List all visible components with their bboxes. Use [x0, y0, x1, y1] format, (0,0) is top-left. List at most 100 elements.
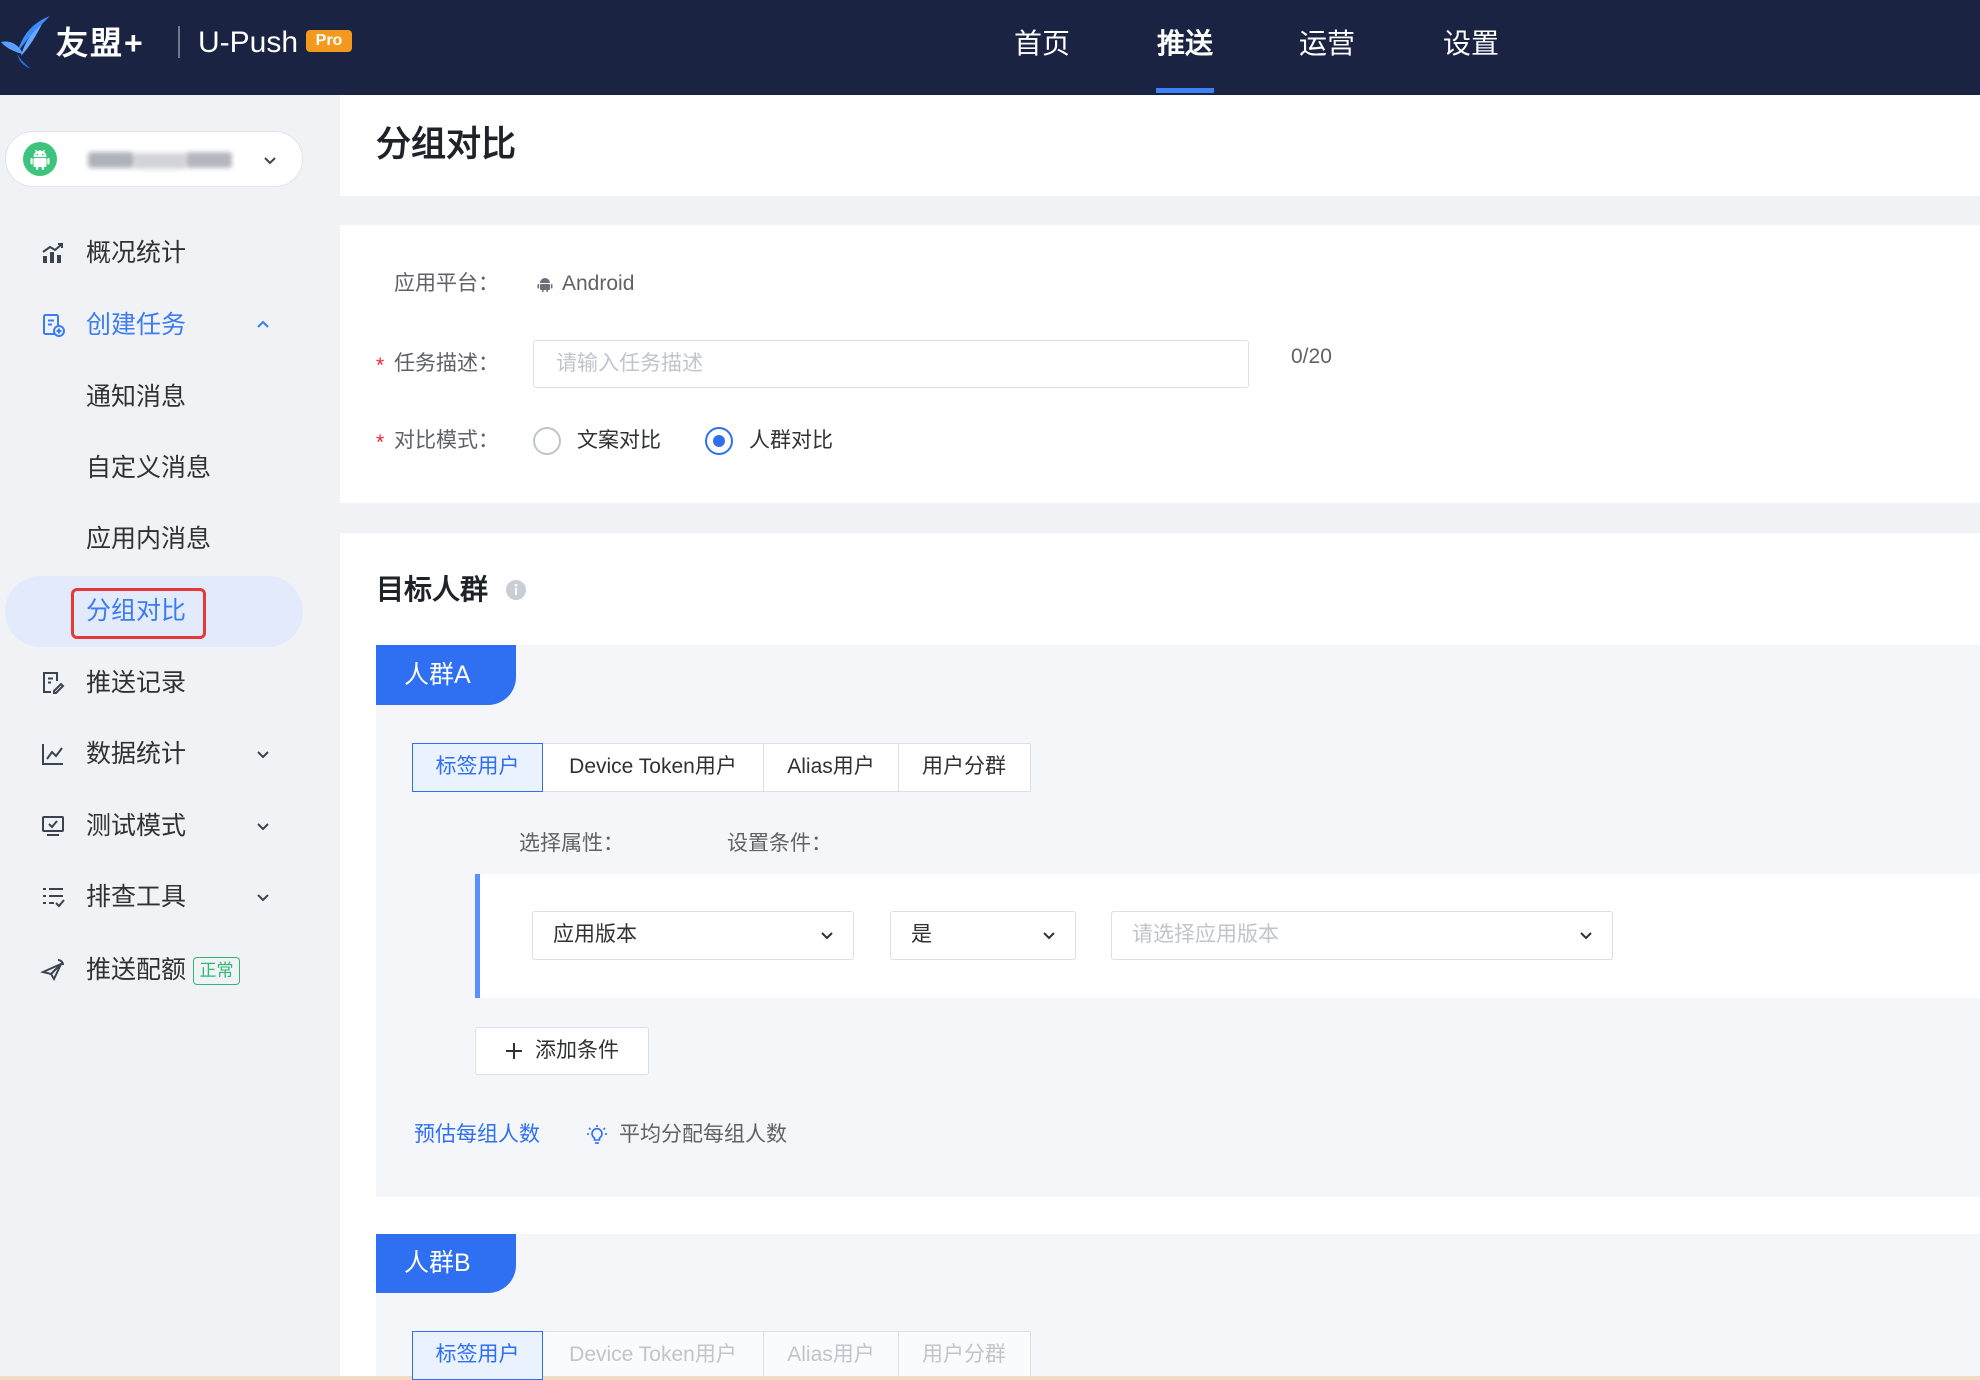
document-add-icon	[40, 312, 66, 338]
description-char-counter: 0/20	[1291, 345, 1332, 368]
chevron-down-icon	[253, 887, 273, 907]
nav-item-home[interactable]: 首页	[992, 24, 1092, 64]
plus-icon	[505, 1042, 523, 1060]
tab-alias-users[interactable]: Alias用户	[763, 1331, 899, 1380]
sidebar-subitem-in-app-message[interactable]: 应用内消息	[0, 511, 340, 567]
average-distribution-option[interactable]: 平均分配每组人数	[619, 1120, 787, 1150]
description-label: 任务描述：	[394, 352, 499, 375]
app-version-select-placeholder: 请选择应用版本	[1132, 923, 1279, 946]
sidebar-subitem-custom-message[interactable]: 自定义消息	[0, 440, 340, 496]
sidebar-item-label: 测试模式	[86, 812, 187, 840]
tab-user-segments[interactable]: 用户分群	[897, 743, 1031, 792]
required-mark: *	[376, 354, 385, 377]
status-badge: 正常	[193, 957, 240, 985]
android-icon	[22, 141, 58, 177]
platform-label: 应用平台：	[394, 272, 499, 295]
audience-group-b: 人群B 标签用户 Device Token用户 Alias用户 用户分群	[376, 1234, 1980, 1380]
highlight-annotation-box	[71, 588, 206, 639]
audience-group-a: 人群A 标签用户 Device Token用户 Alias用户 用户分群 选择属…	[376, 645, 1980, 1197]
pro-badge: Pro	[306, 30, 352, 52]
chevron-down-icon	[253, 816, 273, 836]
sidebar-item-overview[interactable]: 概况统计	[0, 225, 340, 281]
sidebar-item-push-quota[interactable]: 推送配额 正常	[0, 942, 340, 998]
task-description-input[interactable]	[533, 340, 1249, 388]
line-chart-icon	[40, 741, 66, 767]
app-version-select[interactable]: 请选择应用版本	[1111, 911, 1613, 960]
required-mark: *	[376, 431, 385, 454]
radio-copy-compare[interactable]	[533, 427, 561, 455]
compare-mode-label: 对比模式：	[394, 429, 499, 452]
group-tab: 人群B	[376, 1234, 516, 1293]
condition-label: 设置条件：	[727, 832, 832, 855]
estimate-group-size-link[interactable]: 预估每组人数	[414, 1120, 540, 1150]
sidebar-item-label: 推送配额	[86, 956, 187, 984]
chevron-down-icon	[1576, 925, 1596, 945]
chevron-down-icon	[1039, 925, 1059, 945]
chart-trend-icon	[40, 240, 66, 266]
sidebar-item-label: 推送记录	[86, 669, 187, 697]
add-condition-button[interactable]: 添加条件	[475, 1027, 649, 1075]
info-icon[interactable]	[505, 579, 527, 601]
radio-audience-compare[interactable]	[705, 427, 733, 455]
sidebar-item-test-mode[interactable]: 测试模式	[0, 798, 340, 854]
brand-name: 友盟+	[56, 25, 145, 61]
sidebar-item-label: 通知消息	[86, 383, 187, 411]
send-icon	[40, 957, 66, 983]
attribute-select-value: 应用版本	[553, 923, 637, 946]
sidebar-item-troubleshoot[interactable]: 排查工具	[0, 869, 340, 925]
condition-row: 应用版本 是 请选择应用版本	[475, 874, 1980, 998]
sidebar-item-create-task[interactable]: 创建任务	[0, 297, 340, 353]
platform-value: Android	[562, 272, 635, 295]
sidebar-subitem-notification[interactable]: 通知消息	[0, 369, 340, 425]
chevron-down-icon	[260, 150, 280, 170]
app-name-blurred	[134, 153, 186, 169]
target-audience-card: 目标人群 人群A 标签用户 Device Token用户 Alias用户 用户分…	[340, 533, 1980, 1380]
bottom-edge-line	[0, 1376, 1980, 1380]
sidebar-item-label: 概况统计	[86, 239, 187, 267]
attribute-label: 选择属性：	[519, 832, 624, 855]
chevron-up-icon	[253, 315, 273, 335]
app-selector-dropdown[interactable]	[5, 131, 303, 187]
section-title: 目标人群	[376, 574, 489, 605]
operator-select[interactable]: 是	[890, 911, 1076, 960]
tab-tag-users[interactable]: 标签用户	[412, 1331, 543, 1380]
sidebar-item-label: 创建任务	[86, 311, 187, 339]
radio-label-copy-compare[interactable]: 文案对比	[577, 426, 661, 456]
umeng-bird-logo-icon[interactable]	[0, 14, 54, 70]
user-type-tabs: 标签用户 Device Token用户 Alias用户 用户分群	[412, 743, 1031, 792]
tab-device-token-users[interactable]: Device Token用户	[541, 1331, 765, 1380]
product-name: U-Push	[198, 26, 299, 59]
tab-user-segments[interactable]: 用户分群	[897, 1331, 1031, 1380]
page-header: 分组对比	[340, 95, 1980, 196]
sidebar-subitem-group-compare[interactable]: 分组对比	[5, 576, 303, 647]
nav-item-operations[interactable]: 运营	[1277, 24, 1377, 64]
app-name-blurred	[88, 152, 134, 168]
sidebar-item-data-stats[interactable]: 数据统计	[0, 726, 340, 782]
list-check-icon	[40, 884, 66, 910]
operator-select-value: 是	[911, 923, 932, 946]
page-title: 分组对比	[376, 125, 517, 164]
radio-label-audience-compare[interactable]: 人群对比	[749, 426, 833, 456]
chevron-down-icon	[253, 744, 273, 764]
add-condition-label: 添加条件	[535, 1039, 619, 1062]
brand-divider	[178, 26, 180, 58]
tab-tag-users[interactable]: 标签用户	[412, 743, 543, 792]
sidebar-item-label: 排查工具	[86, 883, 187, 911]
basic-info-card: 应用平台： Android * 任务描述： 0/20 * 对比模式： 文案对比 …	[340, 225, 1980, 503]
group-tab: 人群A	[376, 645, 516, 705]
lightbulb-icon	[586, 1124, 608, 1146]
tab-alias-users[interactable]: Alias用户	[763, 743, 899, 792]
sidebar: 概况统计 创建任务 通知消息 自定义消息 应用内消息 分组对比 推送记录 数据统…	[0, 95, 340, 1380]
top-navigation-bar: 友盟+ U-Push Pro 首页 推送 运营 设置	[0, 0, 1980, 95]
sidebar-item-push-records[interactable]: 推送记录	[0, 655, 340, 711]
document-edit-icon	[40, 670, 66, 696]
sidebar-item-label: 数据统计	[86, 740, 187, 768]
chevron-down-icon	[817, 925, 837, 945]
sidebar-item-label: 应用内消息	[86, 525, 212, 553]
nav-item-push[interactable]: 推送	[1135, 24, 1235, 93]
app-name-blurred	[186, 152, 232, 168]
sidebar-item-label: 自定义消息	[86, 454, 212, 482]
tab-device-token-users[interactable]: Device Token用户	[541, 743, 765, 792]
nav-item-settings[interactable]: 设置	[1421, 24, 1521, 64]
attribute-select[interactable]: 应用版本	[532, 911, 854, 960]
